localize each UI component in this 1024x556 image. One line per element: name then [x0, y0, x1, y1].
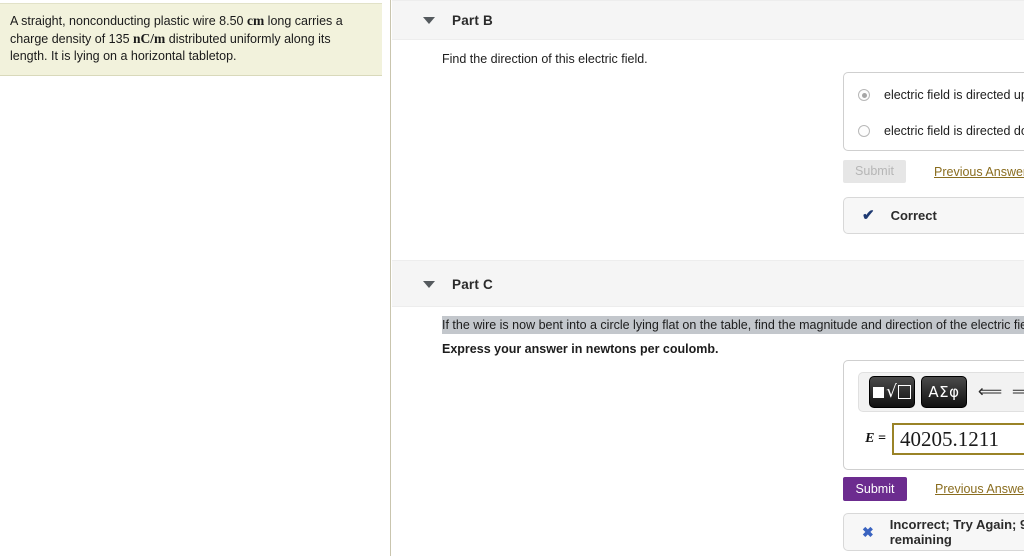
choice-label-downward: electric field is directed downward: [884, 124, 1024, 138]
part-b-action-row: Submit Previous Answers: [843, 160, 1024, 183]
redo-icon[interactable]: ⟹: [1007, 377, 1024, 407]
part-c-header[interactable]: Part C: [392, 260, 1024, 307]
part-c-prompt: If the wire is now bent into a circle ly…: [442, 316, 1024, 334]
radio-downward[interactable]: [858, 125, 870, 137]
part-b-choice-group: electric field is directed upward electr…: [843, 72, 1024, 151]
choice-label-upward: electric field is directed upward: [884, 88, 1024, 102]
math-toolbar: √ ΑΣφ ⟸ ⟹ ↻ ⌨ ?: [858, 372, 1024, 412]
greek-symbols-label: ΑΣφ: [928, 383, 960, 401]
chevron-down-icon[interactable]: [423, 280, 435, 288]
part-c-action-row: Submit Previous Answers Request Answer: [843, 477, 1024, 501]
radio-upward[interactable]: [858, 89, 870, 101]
chevron-down-icon[interactable]: [423, 16, 435, 24]
cross-icon: ✖: [862, 524, 874, 540]
part-b-feedback-text: Correct: [890, 208, 937, 223]
part-c-previous-answers-link[interactable]: Previous Answers: [935, 482, 1024, 496]
template-root-key[interactable]: √: [869, 376, 915, 408]
part-b-feedback-correct: ✔ Correct: [843, 197, 1024, 234]
part-c-instruction: Express your answer in newtons per coulo…: [442, 342, 719, 356]
empty-box-icon: [897, 385, 911, 399]
part-c-title: Part C: [452, 276, 493, 292]
part-c-answer-widget: √ ΑΣφ ⟸ ⟹ ↻ ⌨ ? E = N/C: [843, 360, 1024, 470]
problem-statement: A straight, nonconducting plastic wire 8…: [0, 3, 382, 76]
page-root: A straight, nonconducting plastic wire 8…: [0, 0, 1024, 556]
choice-option-upward[interactable]: electric field is directed upward: [844, 81, 1024, 109]
check-icon: ✔: [862, 207, 875, 224]
problem-text-part-1: A straight, nonconducting plastic wire 8…: [10, 14, 247, 28]
answer-input[interactable]: [892, 423, 1024, 455]
part-b-previous-answers-link[interactable]: Previous Answers: [934, 165, 1024, 179]
problem-unit-nc-per-m: nC/m: [133, 31, 166, 46]
part-b-title: Part B: [452, 12, 493, 28]
part-c-answer-line: E = N/C: [852, 423, 1024, 455]
choice-option-downward[interactable]: electric field is directed downward: [844, 117, 1024, 145]
part-c-feedback-incorrect: ✖ Incorrect; Try Again; 9 attempts remai…: [843, 513, 1024, 551]
part-b-header[interactable]: Part B: [392, 0, 1024, 40]
answer-panel: Part B Find the direction of this electr…: [392, 0, 1024, 556]
greek-symbols-key[interactable]: ΑΣφ: [921, 376, 967, 408]
part-b-prompt: Find the direction of this electric fiel…: [442, 52, 648, 66]
problem-panel: A straight, nonconducting plastic wire 8…: [0, 0, 391, 556]
filled-square-icon: [873, 386, 885, 398]
part-c-feedback-text: Incorrect; Try Again; 9 attempts remaini…: [889, 517, 1024, 547]
part-b-submit-button: Submit: [843, 160, 906, 183]
part-c-submit-button[interactable]: Submit: [843, 477, 907, 501]
problem-unit-cm: cm: [246, 13, 265, 28]
variable-label: E =: [865, 431, 886, 446]
radical-icon: √: [886, 381, 897, 402]
undo-icon[interactable]: ⟸: [973, 377, 1007, 407]
